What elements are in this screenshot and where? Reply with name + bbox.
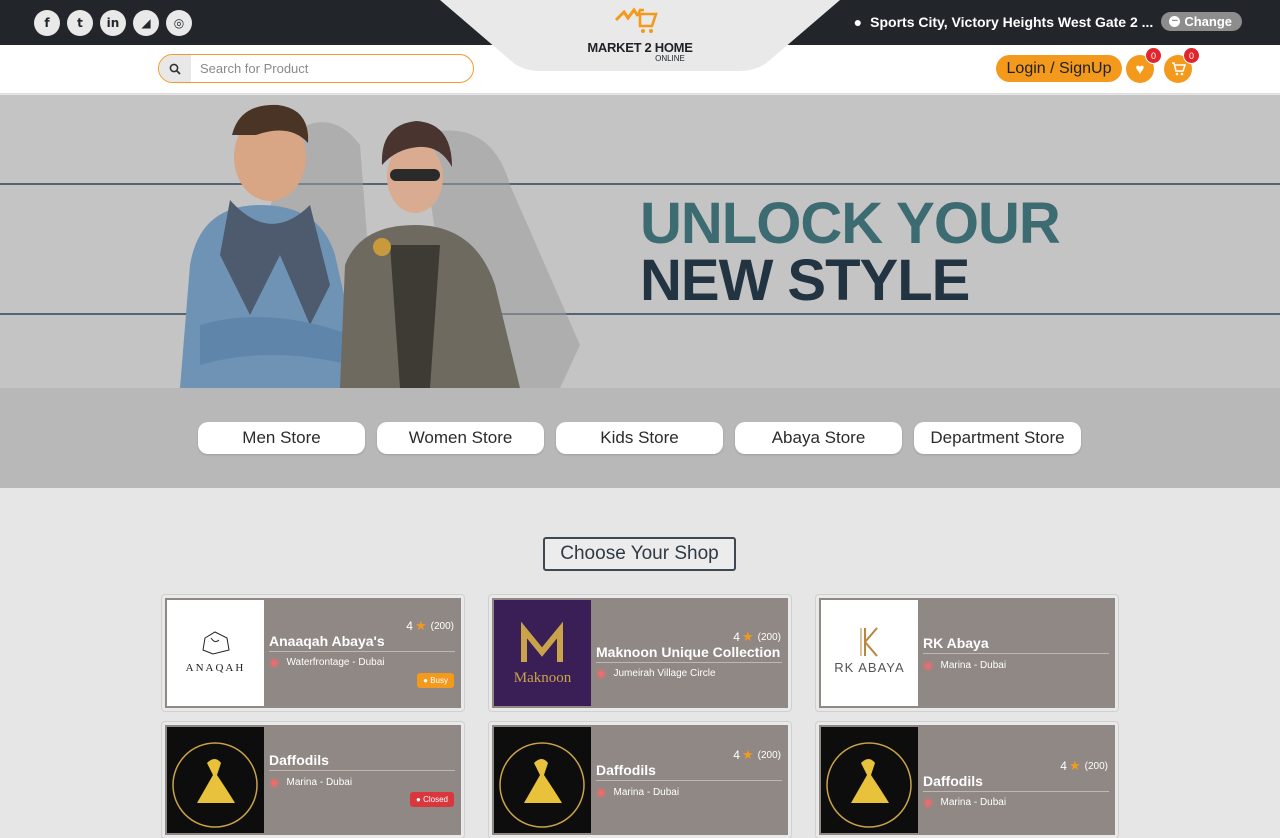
- cart-button[interactable]: 0: [1164, 47, 1200, 83]
- shop-address: ◉ Marina - Dubai: [269, 775, 352, 789]
- status-badge: ● Busy: [417, 673, 454, 688]
- rating-value: 4: [406, 619, 413, 633]
- cart-icon: [1171, 62, 1186, 76]
- search-bar: [158, 54, 474, 83]
- category-abaya-store[interactable]: Abaya Store: [735, 422, 902, 454]
- category-men-store[interactable]: Men Store: [198, 422, 365, 454]
- shop-logo: Maknoon: [494, 600, 591, 706]
- shop-card[interactable]: Daffodils ◉ Marina - Dubai ● Closed: [162, 722, 464, 838]
- cart-count-badge: 0: [1183, 47, 1200, 64]
- star-icon: ★: [741, 747, 754, 762]
- hero-models-image: [180, 104, 580, 388]
- shop-logo: [494, 727, 591, 833]
- shop-card[interactable]: Maknoon 4 ★ (200) Maknoon Unique Collect…: [489, 595, 791, 711]
- search-icon[interactable]: [159, 55, 191, 82]
- shop-address-text: Waterfrontage - Dubai: [286, 656, 385, 668]
- rating-value: 4: [733, 630, 740, 644]
- instagram-icon[interactable]: ◎: [166, 10, 192, 36]
- shop-logo-text: Maknoon: [513, 670, 572, 686]
- star-icon: ★: [414, 618, 427, 633]
- shop-logo: [821, 727, 918, 833]
- logo-title: MARKET 2 HOME: [587, 40, 693, 55]
- shop-address: ◉ Jumeirah Village Circle: [596, 666, 716, 680]
- star-icon: ★: [1068, 758, 1081, 773]
- shop-name: Daffodils: [269, 752, 455, 771]
- shop-address-text: Marina - Dubai: [286, 776, 353, 788]
- shop-name: Anaaqah Abaya's: [269, 633, 455, 652]
- heart-icon: ♥: [1135, 60, 1145, 78]
- shop-address-text: Marina - Dubai: [940, 796, 1007, 808]
- shop-name: Daffodils: [596, 762, 782, 781]
- map-pin-icon: ◉: [269, 775, 280, 789]
- banner-headline-line2: NEW STYLE: [640, 248, 970, 313]
- shop-name: RK Abaya: [923, 635, 1109, 654]
- shop-card[interactable]: 4 ★ (200) Daffodils ◉ Marina - Dubai: [816, 722, 1118, 838]
- shop-address: ◉ Waterfrontage - Dubai: [269, 655, 385, 669]
- review-count: (200): [1084, 760, 1108, 772]
- search-input[interactable]: [191, 55, 473, 82]
- social-links: f t in ◢ ◎: [34, 10, 192, 36]
- shop-logo-text: ANAQAH: [185, 662, 246, 674]
- shop-logo: ANAQAH: [167, 600, 264, 706]
- star-icon: ★: [741, 629, 754, 644]
- shop-rating: 4 ★ (200): [1060, 758, 1108, 774]
- rss-icon[interactable]: ◢: [133, 10, 159, 36]
- map-pin-icon: ◉: [596, 666, 607, 680]
- map-pin-icon: ◉: [269, 655, 280, 669]
- hero-banner: UNLOCK YOUR NEW STYLE: [0, 95, 1280, 388]
- category-strip: Men Store Women Store Kids Store Abaya S…: [0, 388, 1280, 488]
- status-text: Busy: [430, 676, 448, 685]
- rating-value: 4: [1060, 759, 1067, 773]
- shop-card[interactable]: ANAQAH 4 ★ (200) Anaaqah Abaya's ◉ Water…: [162, 595, 464, 711]
- shop-address: ◉ Marina - Dubai: [923, 658, 1006, 672]
- shop-address: ◉ Marina - Dubai: [923, 795, 1006, 809]
- site-logo[interactable]: MARKET 2 HOME ONLINE: [440, 0, 840, 72]
- review-count: (200): [430, 620, 454, 632]
- shops-section-title: Choose Your Shop: [543, 537, 736, 571]
- map-pin-icon: ◉: [923, 795, 934, 809]
- banner-headline-line1: UNLOCK YOUR: [640, 191, 1061, 256]
- shop-address-text: Marina - Dubai: [613, 786, 680, 798]
- shop-name: Daffodils: [923, 773, 1109, 792]
- review-count: (200): [757, 749, 781, 761]
- shop-card[interactable]: 4 ★ (200) Daffodils ◉ Marina - Dubai: [489, 722, 791, 838]
- shop-rating: 4 ★ (200): [406, 618, 454, 634]
- shop-rating: 4 ★ (200): [733, 747, 781, 763]
- twitter-icon[interactable]: t: [67, 10, 93, 36]
- change-label: Change: [1184, 14, 1232, 29]
- rating-value: 4: [733, 748, 740, 762]
- shop-logo: [167, 727, 264, 833]
- login-signup-button[interactable]: Login / SignUp: [996, 55, 1122, 82]
- shop-address: ◉ Marina - Dubai: [596, 785, 679, 799]
- wishlist-button[interactable]: ♥ 0: [1126, 47, 1162, 83]
- change-location-button[interactable]: − Change: [1161, 12, 1242, 31]
- shop-address-text: Marina - Dubai: [940, 659, 1007, 671]
- category-women-store[interactable]: Women Store: [377, 422, 544, 454]
- facebook-icon[interactable]: f: [34, 10, 60, 36]
- shop-logo-text: RK ABAYA: [834, 660, 905, 675]
- map-pin-icon: ●: [853, 13, 863, 30]
- category-kids-store[interactable]: Kids Store: [556, 422, 723, 454]
- shop-card[interactable]: RK ABAYA RK Abaya ◉ Marina - Dubai: [816, 595, 1118, 711]
- wishlist-count-badge: 0: [1145, 47, 1162, 64]
- minus-circle-icon: −: [1169, 16, 1181, 27]
- shop-name: Maknoon Unique Collection: [596, 644, 782, 663]
- delivery-location: ● Sports City, Victory Heights West Gate…: [854, 12, 1242, 31]
- review-count: (200): [757, 631, 781, 643]
- category-department-store[interactable]: Department Store: [914, 422, 1081, 454]
- shop-address-text: Jumeirah Village Circle: [613, 667, 716, 679]
- logo-subtitle: ONLINE: [655, 54, 685, 63]
- shop-logo: RK ABAYA: [821, 600, 918, 706]
- map-pin-icon: ◉: [923, 658, 934, 672]
- map-pin-icon: ◉: [596, 785, 607, 799]
- shop-rating: 4 ★ (200): [733, 629, 781, 645]
- linkedin-icon[interactable]: in: [100, 10, 126, 36]
- location-text: Sports City, Victory Heights West Gate 2…: [870, 13, 1154, 30]
